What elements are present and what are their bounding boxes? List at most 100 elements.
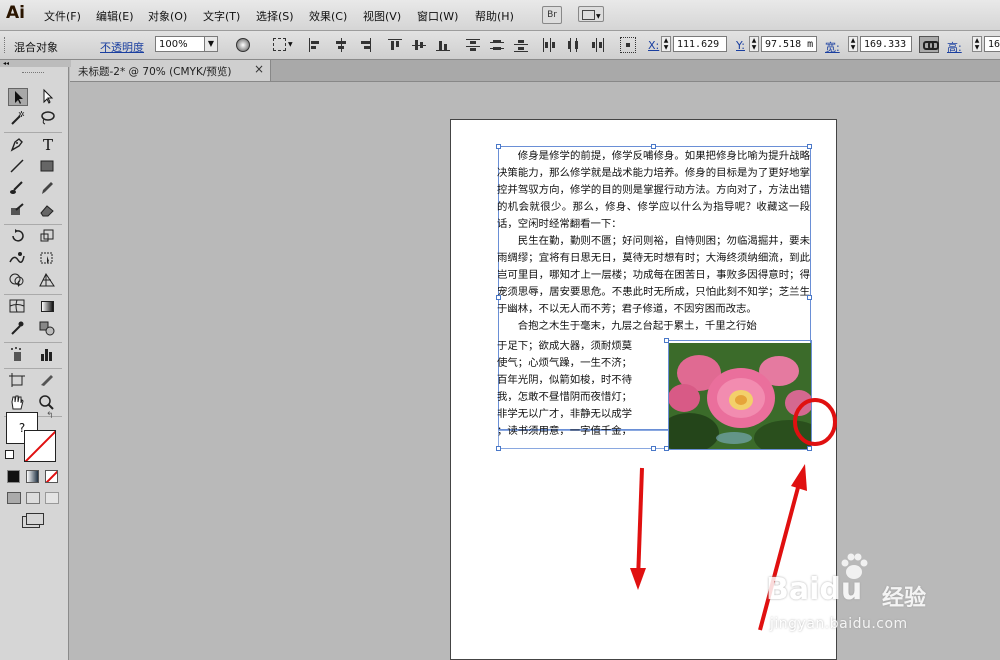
shape-builder-tool-icon[interactable] xyxy=(8,272,28,290)
align-to-selection-icon[interactable] xyxy=(273,38,286,51)
menu-type[interactable]: 文字(T) xyxy=(203,8,240,24)
y-stepper[interactable]: ▲ ▼ xyxy=(749,36,759,52)
menu-object[interactable]: 对象(O) xyxy=(148,8,187,24)
width-stepper[interactable]: ▲ ▼ xyxy=(848,36,858,52)
reference-point-icon[interactable] xyxy=(620,37,636,53)
selection-handle[interactable] xyxy=(651,144,656,149)
distribute-vertical-center-icon[interactable] xyxy=(490,38,504,52)
slice-tool-icon[interactable] xyxy=(38,372,58,390)
height-label[interactable]: 高: xyxy=(947,39,962,55)
annotation-circle xyxy=(793,398,837,446)
warp-tool-icon[interactable] xyxy=(8,250,28,268)
selection-handle[interactable] xyxy=(496,144,501,149)
align-horizontal-center-icon[interactable] xyxy=(334,38,348,52)
free-transform-tool-icon[interactable] xyxy=(38,250,58,268)
none-mode-button[interactable] xyxy=(45,470,58,483)
selection-handle[interactable] xyxy=(807,295,812,300)
menu-view[interactable]: 视图(V) xyxy=(363,8,401,24)
width-label[interactable]: 宽: xyxy=(825,39,840,55)
width-input[interactable]: 169.333 | xyxy=(860,36,912,52)
height-stepper[interactable]: ▲ ▼ xyxy=(972,36,982,52)
x-stepper[interactable]: ▲ ▼ xyxy=(661,36,671,52)
pencil-tool-icon[interactable] xyxy=(38,180,58,198)
distribute-top-icon[interactable] xyxy=(466,38,480,52)
perspective-grid-tool-icon[interactable] xyxy=(38,272,58,290)
draw-behind-icon[interactable] xyxy=(26,492,40,504)
menu-select[interactable]: 选择(S) xyxy=(256,8,294,24)
magic-wand-tool-icon[interactable]: ✲ xyxy=(8,110,28,128)
annotation-arrow-up xyxy=(758,479,802,631)
constrain-proportions-button[interactable] xyxy=(919,36,939,53)
blend-tool-icon[interactable] xyxy=(38,320,58,338)
draw-normal-icon[interactable] xyxy=(7,492,21,504)
height-input[interactable]: 16▸ xyxy=(984,36,1000,52)
stroke-swatch[interactable] xyxy=(24,430,56,462)
mesh-tool-icon[interactable] xyxy=(8,298,28,316)
default-fill-stroke-icon[interactable] xyxy=(5,450,14,459)
selection-tool-icon[interactable] xyxy=(8,88,28,106)
menu-file[interactable]: 文件(F) xyxy=(44,8,81,24)
align-bottom-icon[interactable] xyxy=(436,38,450,52)
panel-grip-icon[interactable] xyxy=(22,72,44,75)
menu-window[interactable]: 窗口(W) xyxy=(417,8,458,24)
align-right-icon[interactable] xyxy=(358,38,372,52)
menu-edit[interactable]: 编辑(E) xyxy=(96,8,134,24)
eyedropper-tool-icon[interactable] xyxy=(8,320,28,338)
selection-handle[interactable] xyxy=(807,144,812,149)
align-top-icon[interactable] xyxy=(388,38,402,52)
line-segment-tool-icon[interactable] xyxy=(8,158,28,176)
y-input[interactable]: 97.518 m xyxy=(761,36,817,52)
recolor-artwork-icon[interactable] xyxy=(236,38,250,52)
collapse-panel-icon[interactable]: ◂◂ xyxy=(0,60,71,67)
column-graph-tool-icon[interactable] xyxy=(38,346,58,364)
rotate-tool-icon[interactable] xyxy=(8,228,28,246)
selection-handle[interactable] xyxy=(664,338,669,343)
pen-tool-icon[interactable] xyxy=(8,136,28,154)
paintbrush-tool-icon[interactable] xyxy=(8,180,28,198)
distribute-right-icon[interactable] xyxy=(590,38,604,52)
opacity-link[interactable]: 不透明度 xyxy=(100,39,144,55)
draw-inside-icon[interactable] xyxy=(45,492,59,504)
x-label[interactable]: X: xyxy=(648,39,659,52)
distribute-left-icon[interactable] xyxy=(542,38,556,52)
selection-handle[interactable] xyxy=(496,295,501,300)
distribute-bottom-icon[interactable] xyxy=(514,38,528,52)
y-label[interactable]: Y: xyxy=(736,39,745,52)
distribute-horizontal-center-icon[interactable] xyxy=(566,38,580,52)
symbol-sprayer-tool-icon[interactable] xyxy=(8,346,28,364)
blob-brush-tool-icon[interactable] xyxy=(8,202,28,220)
watermark-url: jingyan.baidu.com xyxy=(770,616,908,632)
menu-help[interactable]: 帮助(H) xyxy=(475,8,514,24)
gradient-tool-icon[interactable] xyxy=(38,298,58,316)
gradient-mode-button[interactable] xyxy=(26,470,39,483)
document-tab[interactable]: 未标题-2* @ 70% (CMYK/预览) × xyxy=(70,60,271,81)
chevron-down-icon[interactable]: ▼ xyxy=(288,41,293,48)
opacity-input[interactable]: 100% xyxy=(155,36,205,52)
lasso-tool-icon[interactable] xyxy=(38,110,58,128)
body-text[interactable]: 修身是修学的前提，修学反哺修身。如果把修身比喻为提升战略决策能力，那么修学就是战… xyxy=(497,148,810,335)
change-screen-mode-icon[interactable] xyxy=(22,513,44,528)
wrap-line: 使气；心烦气躁，一生不济； xyxy=(497,357,633,369)
align-left-icon[interactable] xyxy=(308,38,322,52)
grid-icon xyxy=(582,10,595,20)
bridge-button[interactable]: Br xyxy=(542,6,562,24)
rectangle-tool-icon[interactable] xyxy=(38,158,58,176)
close-tab-icon[interactable]: × xyxy=(254,62,264,76)
color-mode-button[interactable] xyxy=(7,470,20,483)
paragraph-3: 合抱之木生于毫末，九层之台起于累土，千里之行始 xyxy=(517,320,757,332)
menu-effect[interactable]: 效果(C) xyxy=(309,8,347,24)
eraser-tool-icon[interactable] xyxy=(38,202,58,220)
zoom-tool-icon[interactable] xyxy=(38,394,58,412)
direct-selection-tool-icon[interactable] xyxy=(38,88,58,106)
opacity-dropdown[interactable]: ▼ xyxy=(204,36,218,52)
swap-fill-stroke-icon[interactable]: ↰ xyxy=(46,411,54,421)
align-vertical-center-icon[interactable] xyxy=(412,38,426,52)
arrange-documents-button[interactable]: ▼ xyxy=(578,6,604,22)
type-tool-icon[interactable]: T xyxy=(38,136,58,154)
grip-icon[interactable] xyxy=(4,37,7,53)
hand-tool-icon[interactable] xyxy=(8,394,28,412)
scale-tool-icon[interactable] xyxy=(38,228,58,246)
selection-handle[interactable] xyxy=(496,446,501,451)
x-input[interactable]: 111.629 | xyxy=(673,36,727,52)
artboard-tool-icon[interactable] xyxy=(8,372,28,390)
